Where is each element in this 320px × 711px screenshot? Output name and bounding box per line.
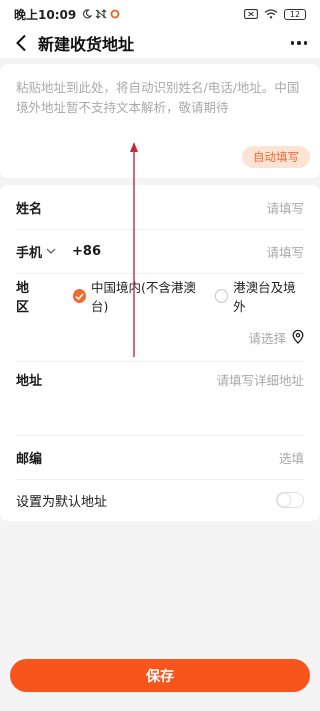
- data-off-icon: [95, 9, 107, 19]
- phone-label: 手机: [16, 245, 43, 261]
- battery-indicator: 12: [284, 8, 306, 20]
- sim-off-icon: [244, 9, 258, 19]
- more-dots-icon: [290, 41, 308, 45]
- paste-address-textarea[interactable]: 粘贴地址到此处，将自动识别姓名/电话/地址。中国境外地址暂不支持文本解析，敬请期…: [16, 78, 306, 118]
- wifi-icon: [264, 9, 278, 19]
- postcode-input[interactable]: 选填: [279, 448, 304, 467]
- region-option-overseas[interactable]: 港澳台及境外: [214, 277, 304, 315]
- divider: [16, 273, 304, 274]
- phone-type-selector[interactable]: 手机: [16, 242, 56, 261]
- phone-row[interactable]: 手机 +86 请填写: [16, 239, 304, 263]
- back-button[interactable]: [10, 32, 32, 54]
- region-options: 中国境内(不含港澳台) 港澳台及境外: [72, 277, 304, 315]
- default-address-label: 设置为默认地址: [16, 494, 108, 510]
- address-label: 地址: [16, 373, 43, 389]
- address-row[interactable]: 地址 请填写详细地址: [16, 367, 304, 391]
- default-address-toggle[interactable]: [276, 492, 304, 508]
- divider: [16, 479, 304, 480]
- region-select-placeholder: 请选择: [248, 330, 286, 346]
- region-option-domestic-label: 中国境内(不含港澳台): [91, 280, 196, 314]
- header: 新建收货地址: [0, 28, 320, 58]
- chevron-down-icon: [46, 248, 56, 254]
- chevron-left-icon: [16, 34, 26, 52]
- page-title: 新建收货地址: [38, 35, 135, 54]
- country-code[interactable]: +86: [72, 244, 101, 259]
- region-select[interactable]: 请选择: [16, 325, 304, 349]
- auto-fill-button[interactable]: 自动填写: [242, 146, 310, 168]
- postcode-row[interactable]: 邮编 选填: [16, 445, 304, 469]
- region-option-overseas-label: 港澳台及境外: [233, 280, 296, 314]
- moon-icon: [83, 9, 93, 19]
- divider: [16, 361, 304, 362]
- status-bar: 晚上10:09 12: [0, 0, 320, 28]
- radio-unchecked-icon: [214, 289, 229, 303]
- paste-address-card: 粘贴地址到此处，将自动识别姓名/电话/地址。中国境外地址暂不支持文本解析，敬请期…: [0, 64, 320, 178]
- location-pin-icon: [292, 330, 304, 344]
- address-input[interactable]: 请填写详细地址: [216, 370, 304, 389]
- region-option-domestic[interactable]: 中国境内(不含港澳台): [72, 277, 207, 315]
- phone-input[interactable]: 请填写: [266, 242, 304, 261]
- name-row[interactable]: 姓名 请填写: [16, 195, 304, 219]
- region-row: 地区 中国境内(不含港澳台) 港澳台及境外: [16, 280, 304, 315]
- radio-checked-icon: [72, 289, 86, 303]
- address-form: 姓名 请填写 手机 +86 请填写 地区 中国境内(不含港澳台) 港澳台及境外: [0, 185, 320, 521]
- toggle-knob: [278, 494, 290, 506]
- save-button[interactable]: 保存: [10, 659, 310, 692]
- app-notification-icon: [110, 9, 120, 19]
- more-button[interactable]: [288, 32, 310, 54]
- region-label: 地区: [16, 281, 30, 315]
- divider: [16, 229, 304, 230]
- divider: [16, 435, 304, 436]
- default-address-row: 设置为默认地址: [16, 488, 304, 512]
- name-label: 姓名: [16, 201, 43, 217]
- postcode-label: 邮编: [16, 451, 43, 467]
- name-input[interactable]: 请填写: [266, 198, 304, 217]
- status-time: 晚上10:09: [14, 7, 77, 22]
